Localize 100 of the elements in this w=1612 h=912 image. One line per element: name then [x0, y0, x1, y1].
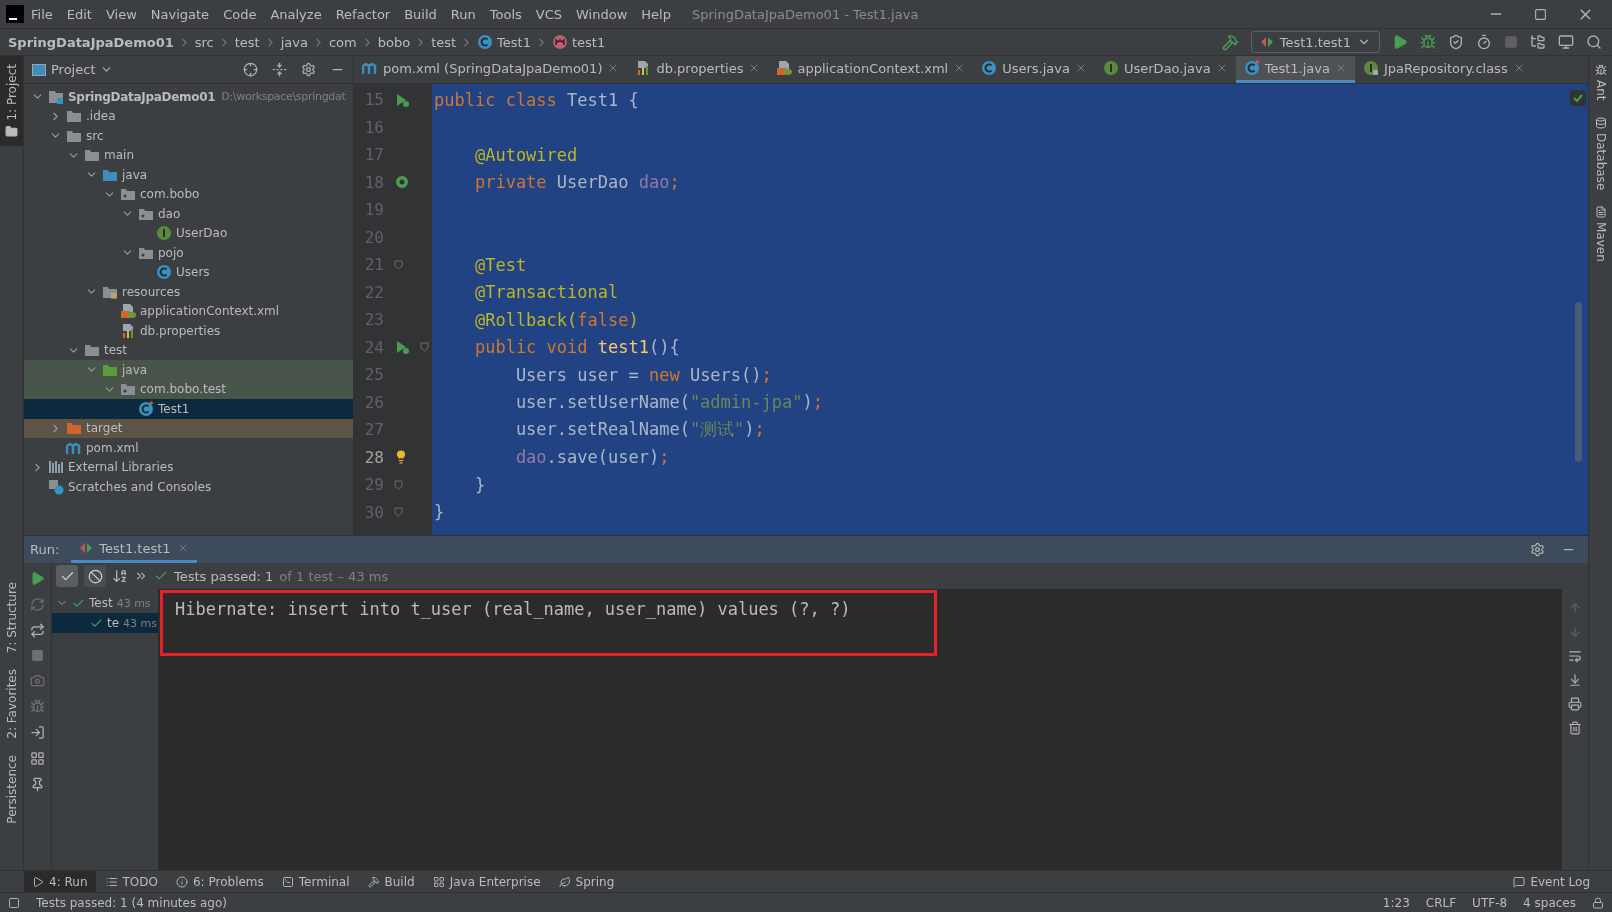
tree-item[interactable]: resources	[24, 282, 353, 302]
tree-item[interactable]: .idea	[24, 106, 353, 126]
run-gutter-icon[interactable]	[394, 339, 410, 356]
breadcrumb-item[interactable]: SpringDataJpaDemo01	[8, 34, 174, 50]
breadcrumb-item[interactable]: bobo	[377, 34, 411, 50]
menu-item[interactable]: Window	[569, 6, 635, 22]
monitor-icon[interactable]	[1558, 34, 1574, 50]
editor-tab[interactable]: Test1.java	[1235, 56, 1355, 83]
menu-item[interactable]: Tools	[482, 6, 529, 22]
tree-item[interactable]: db.properties	[24, 321, 353, 341]
show-ignored-toggle[interactable]	[84, 565, 106, 587]
menu-item[interactable]: Help	[634, 6, 678, 22]
layout-icon[interactable]	[30, 751, 45, 766]
tree-item[interactable]: pom.xml	[24, 438, 353, 458]
event-log-tab[interactable]: Event Log	[1505, 870, 1598, 893]
tree-item[interactable]: java	[24, 165, 353, 185]
fold-marker-icon[interactable]	[394, 479, 403, 490]
tool-window-button[interactable]: Maven	[1589, 197, 1612, 270]
maximize-icon[interactable]	[1534, 7, 1547, 21]
soft-wrap-icon[interactable]	[1568, 649, 1582, 663]
hammer-icon[interactable]	[1221, 33, 1239, 51]
project-view-dropdown[interactable]: Project	[32, 62, 114, 77]
breadcrumb-item[interactable]: java	[280, 34, 308, 50]
lightbulb-icon[interactable]	[394, 450, 408, 465]
menu-item[interactable]: Navigate	[143, 6, 217, 22]
tree-item[interactable]: dao	[24, 204, 353, 224]
arrow-down-icon[interactable]	[1568, 625, 1582, 639]
tree-item[interactable]: Test1	[24, 399, 353, 419]
tree-item[interactable]: com.bobo	[24, 184, 353, 204]
tool-window-tab[interactable]: Build	[359, 870, 423, 893]
search-icon[interactable]	[1586, 34, 1602, 50]
editor-tab[interactable]: db.properties	[627, 56, 769, 83]
editor-tab[interactable]: UserDao.java	[1095, 56, 1236, 83]
status-item[interactable]: CRLF	[1425, 895, 1457, 910]
menu-item[interactable]: Refactor	[328, 6, 398, 22]
tree-item[interactable]: SpringDataJpaDemo01 D:\workspace\springdat	[24, 87, 353, 107]
more-icon[interactable]	[134, 569, 148, 583]
settings-icon[interactable]	[301, 62, 316, 77]
scroll-to-end-icon[interactable]	[1568, 673, 1582, 687]
breadcrumb-item[interactable]: test1	[552, 34, 606, 50]
tool-window-button[interactable]: 2: Favorites	[0, 660, 23, 747]
show-passed-toggle[interactable]	[56, 565, 78, 587]
fold-marker-icon[interactable]	[394, 507, 403, 518]
tool-window-tab[interactable]: 4: Run	[24, 870, 96, 893]
status-item[interactable]: 4 spaces	[1523, 895, 1576, 910]
arrow-up-icon[interactable]	[1568, 601, 1582, 615]
tree-item[interactable]: target	[24, 418, 353, 438]
tree-item[interactable]: java	[24, 360, 353, 380]
tree-item[interactable]: applicationContext.xml	[24, 301, 353, 321]
breadcrumb-item[interactable]: src	[194, 34, 214, 50]
shield-icon[interactable]	[1448, 34, 1464, 50]
settings-icon[interactable]	[1530, 542, 1545, 557]
app-logo[interactable]	[6, 5, 24, 23]
tree-item[interactable]: UserDao	[24, 223, 353, 243]
breadcrumb-item[interactable]: test	[431, 34, 457, 50]
lock-icon[interactable]	[1592, 896, 1604, 909]
tree-item[interactable]: pojo	[24, 243, 353, 263]
menu-item[interactable]: Run	[443, 6, 483, 22]
tool-window-tab[interactable]: Java Enterprise	[424, 870, 549, 893]
tool-window-tab[interactable]: Spring	[550, 870, 623, 893]
camera-icon[interactable]	[30, 673, 45, 688]
menu-item[interactable]: Code	[216, 6, 264, 22]
menu-item[interactable]: Analyze	[263, 6, 329, 22]
stop-icon[interactable]	[1504, 35, 1518, 49]
menu-item[interactable]: VCS	[528, 6, 570, 22]
fold-marker-icon[interactable]	[394, 259, 403, 270]
breadcrumb-item[interactable]: com	[328, 34, 357, 50]
test-tree-item[interactable]: Test 43 ms	[52, 593, 158, 613]
tree-item[interactable]: com.bobo.test	[24, 379, 353, 399]
rerun-icon[interactable]	[30, 571, 45, 586]
trash-icon[interactable]	[1568, 721, 1582, 735]
tool-window-button[interactable]: Ant	[1589, 56, 1612, 109]
rerun-failed-icon[interactable]	[30, 597, 45, 612]
debug-icon[interactable]	[1420, 34, 1436, 50]
tree-item[interactable]: test	[24, 340, 353, 360]
scrollbar-thumb[interactable]	[1574, 302, 1582, 462]
run-configuration-dropdown[interactable]: Test1.test1	[1250, 31, 1380, 53]
bean-gutter-icon[interactable]	[394, 174, 410, 191]
close-icon[interactable]	[1075, 62, 1087, 74]
tree-item[interactable]: Users	[24, 262, 353, 282]
run-tab[interactable]: Test1.test1	[71, 536, 197, 563]
no-problems-icon[interactable]	[1570, 90, 1586, 106]
tool-window-button[interactable]: Persistence	[0, 746, 23, 832]
pin-icon[interactable]	[30, 777, 45, 792]
run-icon[interactable]	[1392, 34, 1408, 50]
status-item[interactable]: UTF-8	[1472, 895, 1508, 910]
tool-window-tab[interactable]: TODO	[97, 870, 166, 893]
folder-tree-icon[interactable]	[1530, 34, 1546, 50]
status-item[interactable]: 1:23	[1382, 895, 1410, 910]
editor-tab[interactable]: Users.java	[973, 56, 1095, 83]
breadcrumb-item[interactable]: Test1	[477, 34, 531, 50]
sort-icon[interactable]	[112, 568, 128, 584]
tree-item[interactable]: Scratches and Consoles	[24, 477, 353, 497]
tool-window-button[interactable]: Database	[1589, 108, 1612, 198]
tool-window-tab[interactable]: 6: Problems	[168, 870, 272, 893]
editor-tab[interactable]: JpaRepository.class	[1354, 56, 1533, 83]
fold-marker-icon[interactable]	[420, 342, 429, 353]
menu-item[interactable]: File	[24, 6, 60, 22]
run-gutter-icon[interactable]	[394, 91, 410, 108]
tree-item[interactable]: src	[24, 126, 353, 146]
